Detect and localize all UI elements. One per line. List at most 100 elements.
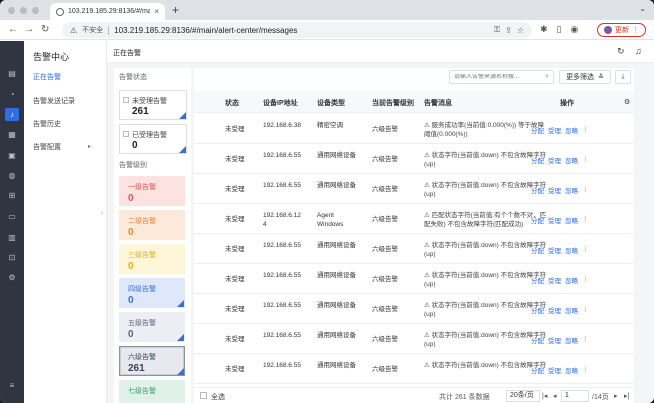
back-icon[interactable]: ← (8, 24, 18, 36)
url-text[interactable]: 103.219.185.29:8136/#/main/alert-center/… (114, 26, 489, 35)
last-page-button[interactable]: ▸| (624, 392, 629, 400)
accept-button[interactable]: 受理 (548, 125, 561, 135)
status-card-accepted[interactable]: 已受理告警 0 (119, 124, 187, 154)
search-icon[interactable]: ⌕ (545, 73, 549, 81)
select-all-checkbox[interactable] (200, 392, 207, 399)
forward-icon[interactable]: → (24, 24, 34, 36)
table-row[interactable]: 未受理 192.168.6.55 通用网络设备 六级告警 ⚠ 状态字符(当前值:down… (194, 354, 634, 384)
header-status[interactable]: 状态 (225, 98, 239, 108)
globe-nav-icon[interactable]: ◍ (7, 171, 17, 181)
header-type[interactable]: 设备类型 (317, 98, 345, 108)
profile-icon[interactable]: ◉ (571, 24, 579, 35)
update-button[interactable]: 更新 ⋮ (597, 23, 646, 37)
close-window-button[interactable] (8, 7, 15, 14)
header-message[interactable]: 告警消息 (424, 98, 452, 108)
search-box[interactable]: ⌕ (449, 70, 554, 84)
page-number-input[interactable]: 1 (561, 390, 589, 402)
maximize-window-button[interactable] (32, 7, 39, 14)
more-actions-icon[interactable]: ⋮ (582, 155, 589, 165)
extensions-icon[interactable]: ✱ (540, 24, 548, 35)
assign-button[interactable]: 分配 (531, 365, 544, 375)
level-card[interactable]: 三级告警 0 (119, 244, 185, 274)
database-icon[interactable]: ▦ (7, 130, 17, 140)
export-button[interactable]: ⤓ (615, 70, 631, 84)
table-row[interactable]: 未受理 192.168.6.55 通用网络设备 六级告警 ⚠ 状态字符(当前值:down… (194, 324, 634, 354)
accept-button[interactable]: 受理 (548, 245, 561, 255)
page-size-select[interactable]: 20条/页 (506, 390, 540, 402)
dashboard-icon[interactable]: ▤ (7, 69, 17, 79)
topology-icon[interactable]: ⊞ (7, 191, 17, 201)
assign-button[interactable]: 分配 (531, 275, 544, 285)
chart-icon[interactable]: ▥ (7, 233, 17, 243)
browser-tab[interactable]: 103.219.185.29:8136/#/main/a × (50, 3, 165, 20)
more-actions-icon[interactable]: ⋮ (582, 305, 589, 315)
ignore-button[interactable]: 忽略 (565, 365, 578, 375)
more-actions-icon[interactable]: ⋮ (582, 365, 589, 375)
assign-button[interactable]: 分配 (531, 155, 544, 165)
ignore-button[interactable]: 忽略 (565, 155, 578, 165)
more-actions-icon[interactable]: ⋮ (582, 335, 589, 345)
accept-button[interactable]: 受理 (548, 365, 561, 375)
assign-button[interactable]: 分配 (531, 335, 544, 345)
header-ip[interactable]: 设备IP地址 (263, 98, 298, 108)
assign-button[interactable]: 分配 (531, 305, 544, 315)
level-card[interactable]: 六级告警 261 (119, 346, 185, 376)
minimize-window-button[interactable] (20, 7, 27, 14)
accept-button[interactable]: 受理 (548, 215, 561, 225)
subnav-item-history[interactable]: 告警历史 (33, 119, 61, 129)
assign-button[interactable]: 分配 (531, 125, 544, 135)
display-icon[interactable]: ▭ (7, 212, 17, 222)
monitor-icon[interactable]: ◔ (7, 90, 17, 100)
accept-button[interactable]: 受理 (548, 305, 561, 315)
level-card[interactable]: 五级告警 0 (119, 312, 185, 342)
accept-button[interactable]: 受理 (548, 335, 561, 345)
status-checkbox[interactable] (123, 131, 129, 137)
prev-page-button[interactable]: ◂ (553, 392, 557, 400)
refresh-icon[interactable]: ↻ (617, 46, 625, 57)
next-page-button[interactable]: ▸ (614, 392, 618, 400)
sidebar-icon[interactable]: ▯ (557, 24, 562, 35)
ignore-button[interactable]: 忽略 (565, 275, 578, 285)
more-filters-button[interactable]: 更多筛选 ≚ (559, 70, 611, 84)
ignore-button[interactable]: 忽略 (565, 305, 578, 315)
accept-button[interactable]: 受理 (548, 155, 561, 165)
ignore-button[interactable]: 忽略 (565, 125, 578, 135)
table-row[interactable]: 未受理 192.168.6.38 精密空调 六级告警 ⚠ 服务成功率(当前值:0.000… (194, 114, 634, 144)
new-tab-button[interactable]: + (172, 3, 179, 17)
table-row[interactable]: 未受理 192.168.6.55 通用网络设备 六级告警 ⚠ 状态字符(当前值:down… (194, 234, 634, 264)
first-page-button[interactable]: |◂ (542, 392, 547, 400)
tab-search-icon[interactable]: ⌄ (639, 4, 646, 13)
more-actions-icon[interactable]: ⋮ (582, 245, 589, 255)
table-row[interactable]: 未受理 192.168.6.55 通用网络设备 六级告警 ⚠ 状态字符(当前值:down… (194, 144, 634, 174)
notification-bell-icon[interactable]: ♫ (635, 46, 642, 56)
level-card[interactable]: 一级告警 0 (119, 176, 185, 206)
ignore-button[interactable]: 忽略 (565, 335, 578, 345)
address-bar[interactable]: ⚠ 不安全 103.219.185.29:8136/#/main/alert-c… (62, 22, 532, 38)
settings-icon[interactable]: ⚙ (7, 273, 17, 283)
status-card-unaccepted[interactable]: 未受理告警 261 (119, 90, 187, 120)
more-actions-icon[interactable]: ⋮ (582, 185, 589, 195)
level-card[interactable]: 七级告警 (119, 380, 185, 403)
header-level[interactable]: 当前告警级别 (372, 98, 414, 108)
assign-button[interactable]: 分配 (531, 185, 544, 195)
more-actions-icon[interactable]: ⋮ (582, 215, 589, 225)
subnav-item-config[interactable]: 告警配置 (33, 142, 61, 152)
share-icon[interactable]: ⇪ (505, 26, 512, 35)
grid-icon[interactable]: ⊡ (7, 253, 17, 263)
bookmark-star-icon[interactable]: ☆ (517, 26, 524, 35)
column-settings-icon[interactable]: ⚙ (624, 98, 630, 106)
screen-icon[interactable]: ▣ (7, 151, 17, 161)
key-icon[interactable]: ⚿ (494, 25, 500, 35)
bell-icon[interactable]: ♪ (5, 108, 19, 121)
more-actions-icon[interactable]: ⋮ (582, 275, 589, 285)
ignore-button[interactable]: 忽略 (565, 215, 578, 225)
search-input[interactable] (454, 74, 546, 80)
subnav-item-active-alerts[interactable]: 正在告警 (33, 72, 61, 82)
ignore-button[interactable]: 忽略 (565, 245, 578, 255)
table-row[interactable]: 未受理 192.168.6.55 通用网络设备 六级告警 ⚠ 状态字符(当前值:down… (194, 294, 634, 324)
menu-icon[interactable]: ≡ (7, 381, 17, 391)
subnav-item-send-records[interactable]: 告警发送记录 (33, 96, 75, 106)
table-row[interactable]: 未受理 192.168.6.55 通用网络设备 六级告警 ⚠ 状态字符(当前值:down… (194, 264, 634, 294)
reload-icon[interactable]: ↻ (41, 24, 49, 36)
accept-button[interactable]: 受理 (548, 185, 561, 195)
